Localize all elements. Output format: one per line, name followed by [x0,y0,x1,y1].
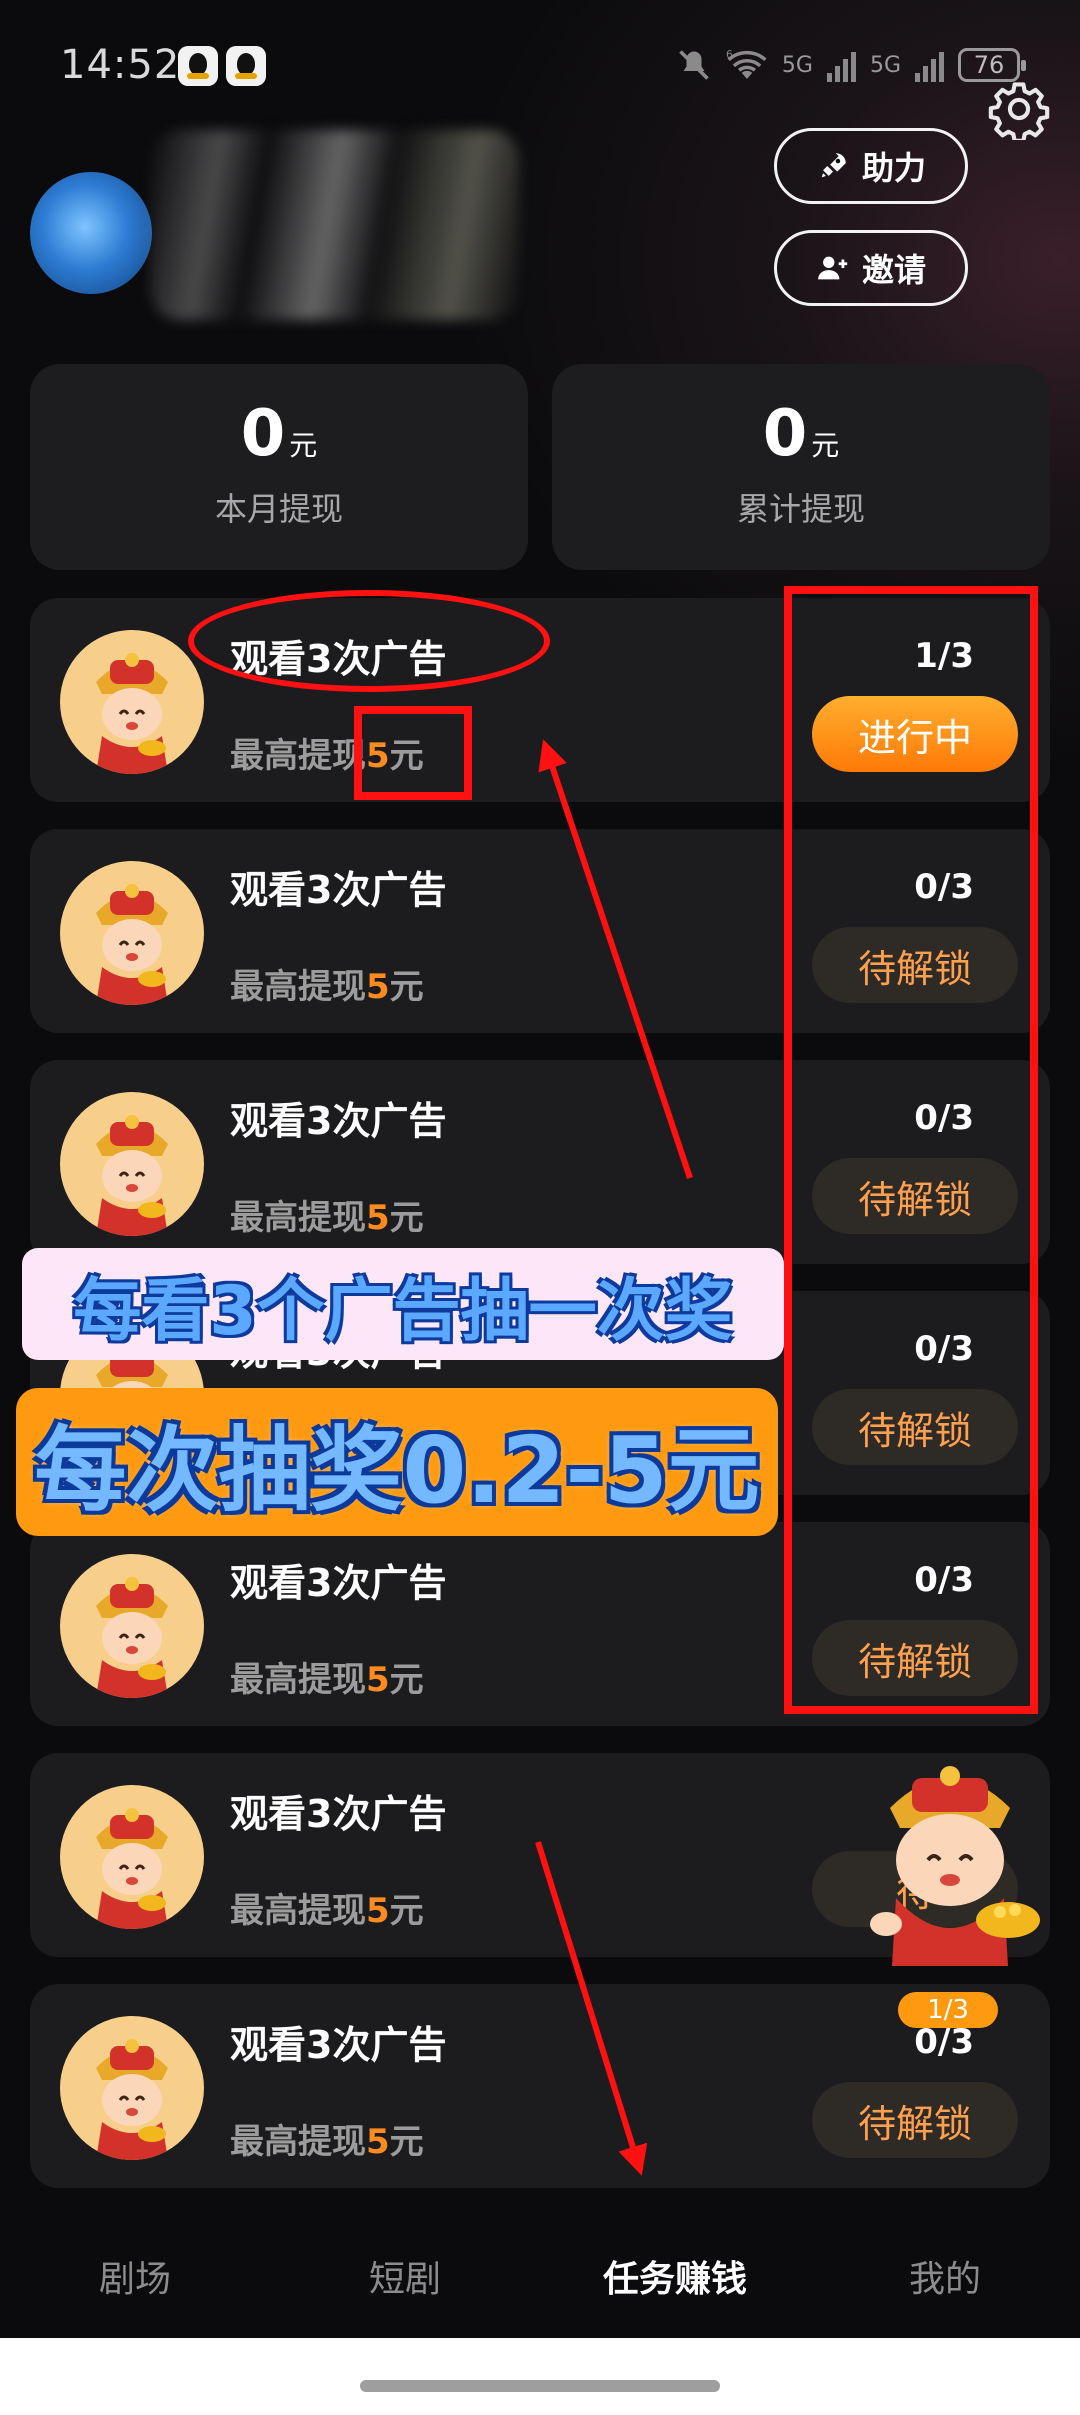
add-user-icon [818,256,848,280]
nav-item-theater[interactable]: 剧场 [0,2250,270,2302]
help-button-label: 助力 [861,149,926,187]
task-title: 观看3次广告 [230,1099,447,1143]
task-avatar [60,1092,204,1236]
promo-banner-top: 每看3个广告抽一次奖 [22,1248,784,1360]
task-title: 观看3次广告 [230,1561,447,1605]
god-of-wealth-icon [96,884,168,1005]
task-subtitle-prefix: 最高提现 [230,1198,366,1238]
user-avatar[interactable] [30,172,152,294]
stat-value: 0 [762,397,808,471]
bottom-nav: 剧场 短剧 任务赚钱 我的 [0,2220,1080,2330]
wifi-icon: 6 [726,49,767,79]
promo-banner-bottom: 每次抽奖0.2-5元 [16,1388,778,1536]
floating-progress-badge: 1/3 [898,1992,998,2028]
stat-label: 本月提现 [214,490,343,528]
nav-item-short-drama[interactable]: 短剧 [270,2250,540,2302]
app-screen: 14:52 6 5G 5G 76 助力 邀请 0元 本月提现 0元 累计提现 观… [0,0,1080,2415]
username-redacted [150,130,520,320]
stat-unit: 元 [289,429,318,462]
floating-god-of-wealth-mascot[interactable] [850,1748,1050,1966]
task-avatar [60,630,204,774]
stat-label: 累计提现 [736,490,865,528]
task-subtitle: 最高提现5元 [230,1883,424,1932]
task-max-amount: 5 [366,1198,390,1238]
task-amount-unit: 元 [389,1891,424,1931]
task-max-amount: 5 [366,1660,390,1700]
status-icons: 6 5G 5G 76 [676,44,1026,86]
task-subtitle-prefix: 最高提现 [230,1891,366,1931]
annotation-box-amount [354,706,472,800]
task-subtitle: 最高提现5元 [230,959,424,1008]
gesture-area [0,2338,1080,2415]
invite-button-label: 邀请 [861,251,926,289]
annotation-ellipse [188,590,550,692]
task-subtitle-prefix: 最高提现 [230,736,366,776]
task-subtitle: 最高提现5元 [230,2114,424,2163]
god-of-wealth-icon [96,1115,168,1236]
network-label: 5G [781,52,813,78]
signal-bars-icon [915,48,944,82]
task-card[interactable]: 观看3次广告最高提现5元 0/3 待解锁 [30,1984,1050,2188]
task-locked-button[interactable]: 待解锁 [812,2082,1018,2158]
status-time: 14:52 [60,42,181,88]
annotation-box-progress [784,586,1038,1714]
stat-unit: 元 [811,429,840,462]
qq-notification-icon [226,46,266,86]
stat-card-monthly: 0元 本月提现 [30,364,528,570]
battery-icon: 76 [958,48,1026,82]
network-label: 5G [869,52,901,78]
invite-button[interactable]: 邀请 [774,230,968,306]
task-max-amount: 5 [366,2122,390,2162]
god-of-wealth-icon [96,2039,168,2160]
settings-gear-icon[interactable] [988,78,1050,140]
task-avatar [60,1785,204,1929]
wifi-badge: 6 [726,49,733,61]
task-max-amount: 5 [366,967,390,1007]
task-avatar [60,2016,204,2160]
task-amount-unit: 元 [389,1660,424,1700]
qq-notification-icon [178,46,218,86]
task-progress: 0/3 [914,2022,974,2062]
stat-card-total: 0元 累计提现 [552,364,1050,570]
signal-bars-icon [826,48,856,82]
task-subtitle: 最高提现5元 [230,1190,424,1239]
task-subtitle-prefix: 最高提现 [230,1660,366,1700]
nav-item-mine[interactable]: 我的 [810,2250,1080,2302]
task-avatar [60,861,204,1005]
task-title: 观看3次广告 [230,1792,447,1836]
rocket-icon [821,153,846,178]
stat-value: 0 [240,397,286,471]
god-of-wealth-icon [96,1577,168,1698]
mute-bell-icon [679,50,709,80]
god-of-wealth-icon [96,653,168,774]
task-title: 观看3次广告 [230,2023,447,2067]
task-amount-unit: 元 [389,2122,424,2162]
gesture-bar[interactable] [360,2380,720,2392]
task-subtitle-prefix: 最高提现 [230,967,366,1007]
god-of-wealth-icon [96,1808,168,1929]
task-subtitle-prefix: 最高提现 [230,2122,366,2162]
task-avatar [60,1554,204,1698]
nav-item-earn-tasks[interactable]: 任务赚钱 [540,2250,810,2302]
task-title: 观看3次广告 [230,868,447,912]
task-subtitle: 最高提现5元 [230,1652,424,1701]
task-max-amount: 5 [366,1891,390,1931]
task-amount-unit: 元 [389,1198,424,1238]
help-button[interactable]: 助力 [774,128,968,204]
task-amount-unit: 元 [389,967,424,1007]
